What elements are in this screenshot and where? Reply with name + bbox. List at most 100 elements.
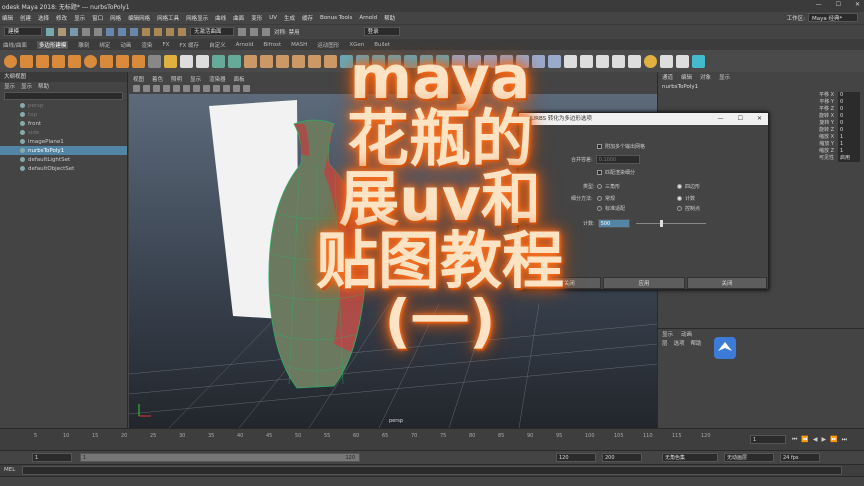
type-icon[interactable] [180, 54, 193, 68]
viewport-menu-item[interactable]: 渲染器 [209, 75, 226, 83]
undo-icon[interactable] [82, 27, 90, 36]
channel-attribute-value[interactable]: 0 [838, 92, 860, 99]
outliner-item[interactable]: imagePlane1 [0, 137, 127, 146]
grid-icon[interactable] [163, 85, 170, 92]
select-by-object-icon[interactable] [118, 27, 126, 36]
shelf-tab[interactable]: 动画 [120, 41, 131, 49]
menu-item[interactable]: 缓存 [302, 14, 313, 22]
prism-icon[interactable] [100, 54, 113, 68]
count-slider[interactable] [635, 220, 706, 227]
play-forward-icon[interactable]: ▶ [822, 436, 827, 444]
pyramid-icon[interactable] [116, 54, 129, 68]
menu-item[interactable]: 网格 [110, 14, 121, 22]
step-back-icon[interactable]: ⏪ [801, 436, 808, 444]
shelf-tab[interactable]: Arnold [236, 42, 254, 48]
time-slider[interactable]: 5 10 15 20 25 30 35 40 45 50 55 60 65 70 75 80 85 90 95 100… [0, 428, 864, 450]
outliner-search-input[interactable] [4, 92, 123, 100]
channel-menu-item[interactable]: 对象 [700, 73, 711, 81]
tess-option-cv[interactable]: 控制点 [677, 205, 700, 212]
channel-attribute-value[interactable]: 1 [838, 141, 860, 148]
pipe-icon[interactable] [132, 54, 145, 68]
live-surface-field[interactable]: 无激活曲面 [190, 27, 234, 36]
platonic-icon[interactable] [148, 54, 161, 68]
channel-attribute-value[interactable]: 0 [838, 99, 860, 106]
menu-item[interactable]: 曲面 [233, 14, 244, 22]
menu-set-dropdown[interactable]: 建模 [4, 27, 42, 36]
layer-menu-item[interactable]: 选项 [674, 339, 685, 347]
viewport-menu-item[interactable]: 视图 [133, 75, 144, 83]
count-slider-handle[interactable] [660, 220, 664, 227]
viewport-menu-item[interactable]: 着色 [152, 75, 163, 83]
select-by-component-icon[interactable] [130, 27, 138, 36]
start-frame-field[interactable]: 1 [32, 453, 72, 462]
menu-item[interactable]: Arnold [359, 15, 377, 21]
outliner-item[interactable]: front [0, 119, 127, 128]
menu-item[interactable]: 网格工具 [157, 14, 179, 22]
radio-count[interactable] [677, 196, 682, 201]
radio-control-points[interactable] [677, 206, 682, 211]
step-forward-icon[interactable]: ⏩ [830, 436, 837, 444]
torus-icon[interactable] [84, 54, 97, 68]
close-button[interactable]: ✕ [855, 1, 860, 8]
channel-attribute[interactable]: 平移 X 0 [658, 92, 864, 99]
menu-item[interactable]: 变形 [251, 14, 262, 22]
isolate-icon[interactable] [243, 85, 250, 92]
viewport-menu-item[interactable]: 照明 [171, 75, 182, 83]
outliner-item[interactable]: defaultObjectSet [0, 164, 127, 173]
save-scene-icon[interactable] [70, 27, 78, 36]
fps-dropdown[interactable]: 24 fps [780, 453, 820, 462]
channel-attribute-value[interactable]: 0 [838, 120, 860, 127]
select-by-hierarchy-icon[interactable] [106, 27, 114, 36]
ao-icon[interactable] [223, 85, 230, 92]
anim-layer-dropdown[interactable]: 无动画层 [724, 453, 774, 462]
shelf-tab[interactable]: FX [162, 42, 169, 48]
close-dialog-button[interactable]: 关闭 [687, 277, 767, 289]
coin-icon[interactable] [644, 54, 657, 68]
combine-icon[interactable] [212, 54, 225, 68]
open-scene-icon[interactable] [58, 27, 66, 36]
workspace-dropdown[interactable]: Maya 经典* [808, 13, 858, 22]
outliner-item[interactable]: side [0, 128, 127, 137]
cone-icon[interactable] [52, 54, 65, 68]
snap-grid-icon[interactable] [142, 27, 150, 36]
menu-item[interactable]: 窗口 [92, 14, 103, 22]
dialog-maximize-button[interactable]: ☐ [738, 113, 743, 125]
shelf-tab[interactable]: FX 缓存 [179, 41, 199, 49]
smooth-shade-icon[interactable] [183, 85, 190, 92]
maximize-button[interactable]: ☐ [836, 1, 841, 8]
outliner-item[interactable]: persp [0, 101, 127, 110]
channel-menu-item[interactable]: 编辑 [681, 73, 692, 81]
snap-curve-icon[interactable] [154, 27, 162, 36]
menu-item[interactable]: Bonus Tools [320, 15, 352, 21]
range-bar[interactable]: 1 120 [80, 453, 360, 462]
menu-item[interactable]: 帮助 [384, 14, 395, 22]
redo-icon[interactable] [94, 27, 102, 36]
layer-menu-item[interactable]: 层 [662, 339, 668, 347]
cube-icon[interactable] [20, 54, 33, 68]
outliner-item[interactable]: top [0, 110, 127, 119]
sphere-icon[interactable] [4, 54, 17, 68]
super-shape-icon[interactable] [164, 54, 177, 68]
lights-icon[interactable] [203, 85, 210, 92]
separate-icon[interactable] [228, 54, 241, 68]
shelf-tab[interactable]: 自定义 [209, 41, 226, 49]
dialog-minimize-button[interactable]: — [718, 113, 724, 125]
layer-menu-item[interactable]: 帮助 [691, 339, 702, 347]
ipr-render-icon[interactable] [250, 27, 258, 36]
shelf-tab[interactable]: 渲染 [141, 41, 152, 49]
xray-icon[interactable] [233, 85, 240, 92]
channel-attribute-value[interactable]: 0 [838, 127, 860, 134]
cylinder-icon[interactable] [36, 54, 49, 68]
login-dropdown[interactable]: 登录 [363, 27, 400, 36]
outliner-menu-item[interactable]: 帮助 [38, 82, 49, 91]
dialog-close-button[interactable]: ✕ [757, 113, 762, 125]
shelf-tab[interactable]: MASH [291, 42, 307, 48]
play-back-icon[interactable]: ◀ [813, 436, 818, 444]
skull-icon[interactable] [676, 54, 689, 68]
menu-item[interactable]: 编辑网格 [128, 14, 150, 22]
character-set-dropdown[interactable]: 无角色集 [662, 453, 718, 462]
viewport-menu-item[interactable]: 面板 [234, 75, 245, 83]
menu-item[interactable]: 修改 [56, 14, 67, 22]
total-end-field[interactable]: 200 [602, 453, 642, 462]
wireframe-icon[interactable] [173, 85, 180, 92]
